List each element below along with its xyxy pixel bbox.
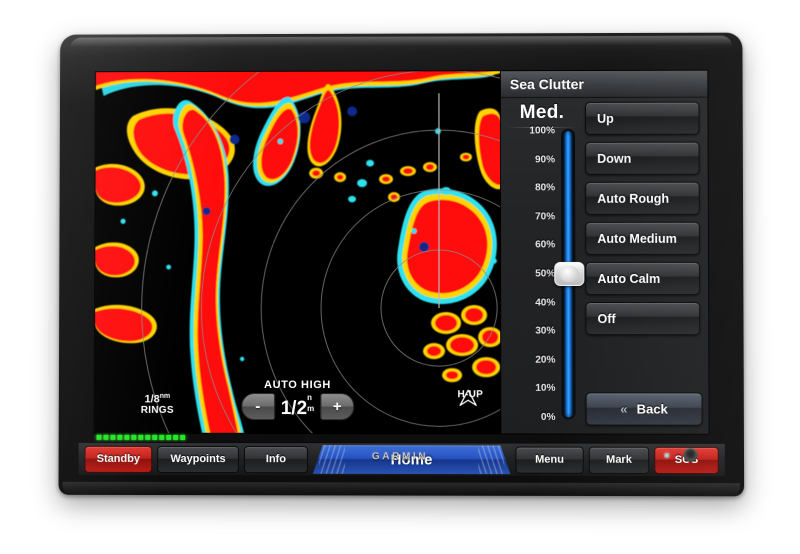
panel-button-down[interactable]: Down — [585, 141, 700, 175]
back-button[interactable]: « Back — [585, 392, 703, 426]
status-led — [166, 434, 172, 440]
light-sensor-icon — [664, 452, 670, 458]
panel-button-auto-rough[interactable]: Auto Rough — [585, 181, 700, 215]
ir-receiver-icon — [683, 447, 698, 462]
status-led — [110, 434, 116, 440]
status-led — [152, 434, 158, 440]
chartplotter-device: AUTO HIGH 1/8nm RINGS - 1/2n m + H-UP Se… — [58, 32, 745, 497]
slider-tick: 40% — [535, 297, 556, 309]
status-led — [124, 434, 130, 440]
status-led — [131, 434, 137, 440]
slider-tick: 90% — [534, 154, 556, 166]
north-arrow-icon — [457, 389, 479, 406]
slider-tick: 80% — [535, 182, 556, 194]
range-increase-button[interactable]: + — [320, 393, 355, 421]
orientation-indicator: H-UP — [457, 389, 483, 400]
panel-button-off[interactable]: Off — [585, 302, 701, 336]
double-chevron-left-icon: « — [620, 401, 627, 417]
status-led — [159, 434, 165, 440]
range-value: 1/2n m — [280, 392, 315, 419]
range-stepper: - 1/2n m + — [240, 392, 355, 421]
panel-title: Sea Clutter — [509, 75, 584, 93]
bezel-top-highlight — [70, 35, 733, 54]
slider-tick: 70% — [535, 211, 556, 223]
range-rings-indicator: 1/8nm RINGS — [126, 393, 188, 417]
status-led — [180, 434, 186, 440]
slider-tick: 60% — [535, 239, 556, 251]
status-led — [145, 434, 151, 440]
rings-caption: RINGS — [140, 405, 174, 417]
radar-view[interactable]: AUTO HIGH 1/8nm RINGS - 1/2n m + H-UP — [94, 71, 502, 434]
display-screen: AUTO HIGH 1/8nm RINGS - 1/2n m + H-UP Se… — [94, 70, 709, 434]
sea-clutter-slider-group: Med. 100% 90% 80% 70% 60% 50% 40% 30% 20% 10% 0% — [501, 98, 585, 434]
slider-thumb[interactable] — [554, 261, 585, 286]
panel-button-list: Up Down Auto Rough Auto Medium Auto Calm Off — [585, 101, 704, 343]
range-decrease-button[interactable]: - — [240, 392, 275, 421]
status-led — [117, 434, 123, 440]
slider-track-wrap[interactable] — [554, 130, 585, 418]
rings-unit: nm — [159, 392, 171, 400]
status-led-strip — [96, 434, 186, 440]
chassis-base — [62, 481, 741, 497]
slider-tick: 100% — [529, 125, 556, 137]
screenshot-root: AUTO HIGH 1/8nm RINGS - 1/2n m + H-UP Se… — [0, 0, 800, 554]
slider-tick: 50% — [535, 268, 556, 280]
slider-mode-label: Med. — [519, 101, 565, 124]
status-led — [103, 434, 109, 440]
back-button-label: Back — [636, 401, 668, 417]
range-unit: nm — [307, 392, 315, 413]
slider-tick: 10% — [535, 383, 556, 395]
gain-mode-label: AUTO HIGH — [264, 379, 331, 392]
status-led — [96, 434, 102, 440]
panel-body: Med. 100% 90% 80% 70% 60% 50% 40% 30% 20% 10% 0% U… — [501, 98, 709, 434]
status-led — [173, 434, 179, 440]
slider-tick: 30% — [535, 325, 556, 337]
slider-scale: 100% 90% 80% 70% 60% 50% 40% 30% 20% 10% 0% — [501, 125, 558, 423]
panel-header: Sea Clutter — [500, 70, 708, 99]
panel-button-auto-calm[interactable]: Auto Calm — [585, 261, 701, 296]
slider-tick: 20% — [535, 354, 556, 366]
panel-button-auto-medium[interactable]: Auto Medium — [585, 221, 700, 255]
garmin-logo: GARMIN — [371, 451, 429, 463]
radar-controls: AUTO HIGH 1/8nm RINGS - 1/2n m + H-UP — [95, 377, 502, 430]
slider-tick: 0% — [540, 411, 556, 423]
panel-button-up[interactable]: Up — [585, 101, 700, 135]
status-led — [138, 434, 144, 440]
sea-clutter-panel: Sea Clutter Med. 100% 90% 80% 70% 60% 50% 40% 3… — [499, 70, 709, 434]
